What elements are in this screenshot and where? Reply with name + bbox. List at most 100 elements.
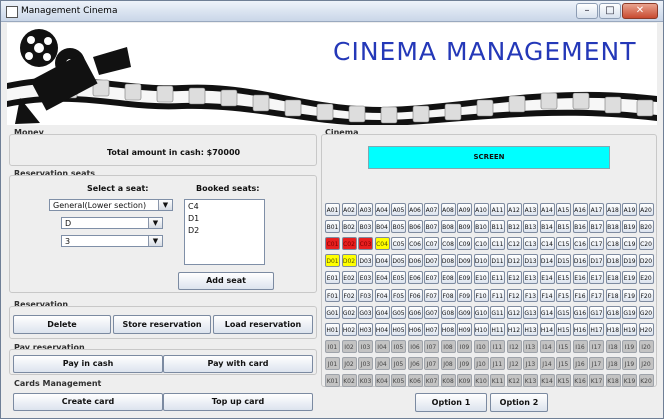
seat-f02[interactable]: F02 <box>341 288 357 302</box>
seat-d09[interactable]: D09 <box>457 254 472 268</box>
seat-e10[interactable]: E10 <box>473 271 489 285</box>
booked-seat-item[interactable]: C4 <box>188 201 261 213</box>
seat-c06[interactable]: C06 <box>407 237 423 251</box>
seat-k02[interactable]: K02 <box>341 374 357 387</box>
seat-k07[interactable]: K07 <box>424 374 439 387</box>
seat-c13[interactable]: C13 <box>523 237 538 251</box>
seat-g14[interactable]: G14 <box>539 305 555 319</box>
seat-j15[interactable]: J15 <box>556 356 571 370</box>
seat-h18[interactable]: H18 <box>605 322 621 336</box>
seat-e20[interactable]: E20 <box>638 271 654 285</box>
seat-c11[interactable]: C11 <box>490 237 505 251</box>
row-select[interactable]: D ▼ <box>61 217 163 229</box>
seat-k11[interactable]: K11 <box>490 374 505 387</box>
seat-g04[interactable]: G04 <box>374 305 390 319</box>
seat-h12[interactable]: H12 <box>506 322 522 336</box>
seat-e09[interactable]: E09 <box>457 271 472 285</box>
seat-a04[interactable]: A04 <box>374 203 390 216</box>
seat-e06[interactable]: E06 <box>407 271 423 285</box>
seat-j04[interactable]: J04 <box>374 356 390 370</box>
booked-seat-item[interactable]: D1 <box>188 213 261 225</box>
seat-c19[interactable]: C19 <box>622 237 637 251</box>
seat-d08[interactable]: D08 <box>440 254 456 268</box>
seat-c01[interactable]: C01 <box>325 237 340 251</box>
seat-i14[interactable]: I14 <box>539 339 555 353</box>
seat-d19[interactable]: D19 <box>622 254 637 268</box>
seat-h16[interactable]: H16 <box>572 322 588 336</box>
seat-h17[interactable]: H17 <box>589 322 604 336</box>
seat-j19[interactable]: J19 <box>622 356 637 370</box>
seat-j11[interactable]: J11 <box>490 356 505 370</box>
seat-i08[interactable]: I08 <box>440 339 456 353</box>
seat-a06[interactable]: A06 <box>407 203 423 216</box>
seat-k05[interactable]: K05 <box>391 374 406 387</box>
seat-b15[interactable]: B15 <box>556 220 571 234</box>
seat-g02[interactable]: G02 <box>341 305 357 319</box>
seat-e16[interactable]: E16 <box>572 271 588 285</box>
seat-a14[interactable]: A14 <box>539 203 555 216</box>
option-2-button[interactable]: Option 2 <box>490 393 548 412</box>
seat-c20[interactable]: C20 <box>638 237 654 251</box>
seat-b02[interactable]: B02 <box>341 220 357 234</box>
delete-button[interactable]: Delete <box>13 315 111 334</box>
seat-d20[interactable]: D20 <box>638 254 654 268</box>
seat-h08[interactable]: H08 <box>440 322 456 336</box>
seat-a16[interactable]: A16 <box>572 203 588 216</box>
seat-k17[interactable]: K17 <box>589 374 604 387</box>
seat-c08[interactable]: C08 <box>440 237 456 251</box>
load-reservation-button[interactable]: Load reservation <box>213 315 313 334</box>
seat-d12[interactable]: D12 <box>506 254 522 268</box>
seat-b06[interactable]: B06 <box>407 220 423 234</box>
seat-h02[interactable]: H02 <box>341 322 357 336</box>
seat-h13[interactable]: H13 <box>523 322 538 336</box>
seat-b07[interactable]: B07 <box>424 220 439 234</box>
seat-e19[interactable]: E19 <box>622 271 637 285</box>
seat-h06[interactable]: H06 <box>407 322 423 336</box>
seat-i06[interactable]: I06 <box>407 339 423 353</box>
seat-h20[interactable]: H20 <box>638 322 654 336</box>
seat-k15[interactable]: K15 <box>556 374 571 387</box>
seat-e04[interactable]: E04 <box>374 271 390 285</box>
seat-g03[interactable]: G03 <box>358 305 373 319</box>
seat-j08[interactable]: J08 <box>440 356 456 370</box>
seat-i11[interactable]: I11 <box>490 339 505 353</box>
seat-e07[interactable]: E07 <box>424 271 439 285</box>
seat-j16[interactable]: J16 <box>572 356 588 370</box>
seat-i18[interactable]: I18 <box>605 339 621 353</box>
seat-a13[interactable]: A13 <box>523 203 538 216</box>
seat-h07[interactable]: H07 <box>424 322 439 336</box>
seat-f13[interactable]: F13 <box>523 288 538 302</box>
seat-c05[interactable]: C05 <box>391 237 406 251</box>
seat-f20[interactable]: F20 <box>638 288 654 302</box>
close-icon[interactable]: ✕ <box>622 3 658 19</box>
pay-in-cash-button[interactable]: Pay in cash <box>13 355 163 373</box>
seat-g12[interactable]: G12 <box>506 305 522 319</box>
seat-c03[interactable]: C03 <box>358 237 373 251</box>
seat-i05[interactable]: I05 <box>391 339 406 353</box>
seat-h11[interactable]: H11 <box>490 322 505 336</box>
seat-j06[interactable]: J06 <box>407 356 423 370</box>
seat-f08[interactable]: F08 <box>440 288 456 302</box>
seat-g13[interactable]: G13 <box>523 305 538 319</box>
seat-h05[interactable]: H05 <box>391 322 406 336</box>
seat-a20[interactable]: A20 <box>638 203 654 216</box>
seat-b04[interactable]: B04 <box>374 220 390 234</box>
seat-a19[interactable]: A19 <box>622 203 637 216</box>
seat-h01[interactable]: H01 <box>325 322 340 336</box>
seat-j01[interactable]: J01 <box>325 356 340 370</box>
seat-g06[interactable]: G06 <box>407 305 423 319</box>
seat-j14[interactable]: J14 <box>539 356 555 370</box>
seat-g19[interactable]: G19 <box>622 305 637 319</box>
seat-i09[interactable]: I09 <box>457 339 472 353</box>
seat-e15[interactable]: E15 <box>556 271 571 285</box>
seat-c12[interactable]: C12 <box>506 237 522 251</box>
booked-seats-list[interactable]: C4 D1 D2 <box>184 199 265 265</box>
booked-seat-item[interactable]: D2 <box>188 225 261 237</box>
seat-e12[interactable]: E12 <box>506 271 522 285</box>
seat-k10[interactable]: K10 <box>473 374 489 387</box>
seat-e17[interactable]: E17 <box>589 271 604 285</box>
seat-f12[interactable]: F12 <box>506 288 522 302</box>
seat-h10[interactable]: H10 <box>473 322 489 336</box>
seat-b12[interactable]: B12 <box>506 220 522 234</box>
seat-f06[interactable]: F06 <box>407 288 423 302</box>
